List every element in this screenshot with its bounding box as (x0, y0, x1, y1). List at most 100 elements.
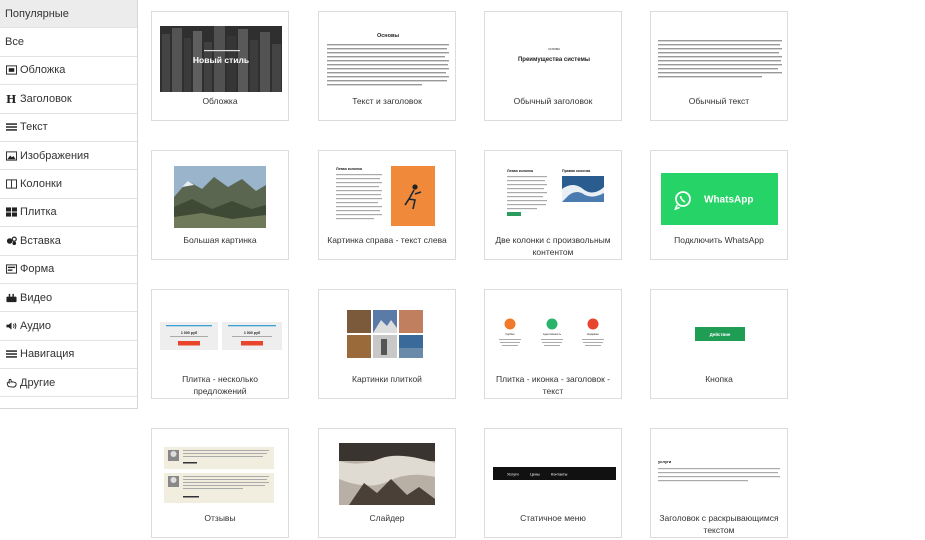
sidebar-item-audio[interactable]: Аудио (0, 312, 137, 341)
image-right-preview: Левая колонка (336, 166, 435, 226)
svg-text:H: H (6, 94, 16, 104)
sidebar-item-label: Плитка (20, 206, 57, 219)
sidebar-item-label: Другие (20, 376, 56, 389)
cover-preview: Новый стиль (160, 26, 282, 92)
block-caption: Две колонки с произвольным контентом (495, 235, 611, 257)
block-card-button[interactable]: Действие Кнопка (650, 289, 788, 399)
sidebar-item-label: Вставка (20, 234, 61, 247)
expandable-heading-preview-title: услуги (658, 459, 672, 464)
block-card-plain-heading[interactable]: основы Преимущества системы Обычный заго… (484, 11, 622, 121)
block-caption: Обложка (202, 96, 238, 106)
image-tiles-preview (347, 310, 423, 358)
block-caption: Обычный заголовок (513, 96, 593, 106)
button-preview-label: Действие (710, 332, 731, 337)
icon-tiles-preview: Удобно Адаптивность Надёжно (499, 318, 604, 346)
block-card-image-tiles[interactable]: Картинки плиткой (318, 289, 456, 399)
sidebar-item-other[interactable]: Другие (0, 369, 137, 398)
block-card-whatsapp[interactable]: WhatsApp Подключить WhatsApp (650, 150, 788, 260)
sidebar-item-label: Аудио (20, 319, 52, 332)
block-caption: Отзывы (204, 513, 236, 523)
sidebar-item-label: Навигация (20, 348, 75, 361)
sidebar-item-label: Колонки (20, 178, 62, 191)
form-icon (5, 263, 18, 275)
plain-heading-preview-kicker: основы (548, 47, 560, 51)
slider-preview (339, 443, 435, 505)
block-card-text-heading[interactable]: Основы Текст и заголовок (318, 11, 456, 121)
block-caption: Картинки плиткой (352, 374, 422, 384)
reviews-preview (164, 447, 274, 503)
block-caption: Обычный текст (688, 96, 750, 106)
sidebar-item-cover[interactable]: Обложка (0, 57, 137, 86)
text-heading-preview: Основы (327, 33, 449, 86)
text-heading-preview-title: Основы (377, 33, 399, 39)
video-icon (5, 292, 18, 304)
sidebar-item-form[interactable]: Форма (0, 256, 137, 284)
nav-icon (5, 348, 18, 360)
button-preview: Действие (695, 327, 745, 341)
block-card-icon-tiles[interactable]: Удобно Адаптивность Надёжно Плитка - ико… (484, 289, 622, 399)
block-caption: Картинка справа - текст слева (327, 235, 447, 245)
plain-text-preview (658, 40, 782, 78)
static-menu-item: Услуги (507, 472, 519, 476)
block-caption: Подключить WhatsApp (674, 235, 764, 245)
tile-label: Адаптивность (543, 332, 562, 336)
block-caption: Заголовок с раскрывающимся текстом (659, 513, 779, 535)
sidebar-item-video[interactable]: Видео (0, 284, 137, 313)
expandable-heading-preview: услуги (658, 459, 780, 482)
sidebar-item-columns[interactable]: Колонки (0, 170, 137, 199)
plain-heading-preview: основы Преимущества системы (518, 47, 590, 63)
tile-icon (587, 318, 599, 330)
block-caption: Плитка - иконка - заголовок - текст (496, 374, 610, 396)
block-card-reviews[interactable]: Отзывы (151, 428, 289, 538)
sidebar-item-label: Обложка (20, 64, 66, 77)
two-columns-preview: Левая колонка Правая колонка (507, 169, 604, 216)
two-columns-right-title: Правая колонка (562, 169, 591, 173)
block-card-two-columns[interactable]: Левая колонка Правая колонка Две колонки… (484, 150, 622, 260)
static-menu-preview: Услуги Цены Контакты (493, 467, 616, 480)
block-caption: Слайдер (369, 513, 405, 523)
sidebar-item-tiles[interactable]: Плитка (0, 199, 137, 228)
audio-icon (5, 320, 18, 332)
whatsapp-preview: WhatsApp (661, 173, 778, 225)
cover-preview-title: Новый стиль (193, 55, 249, 65)
sidebar-item-all[interactable]: Все (0, 28, 137, 57)
sidebar-item-navigation[interactable]: Навигация (0, 341, 137, 370)
block-card-static-menu[interactable]: Услуги Цены Контакты Статичное меню (484, 428, 622, 538)
columns-icon (5, 178, 18, 190)
block-card-expandable-heading[interactable]: услуги Заголовок с раскрывающимся тексто… (650, 428, 788, 538)
sidebar-item-label: Все (5, 36, 24, 49)
block-caption: Кнопка (705, 374, 733, 384)
sidebar-item-heading[interactable]: H Заголовок (0, 85, 137, 114)
sidebar-item-label: Изображения (20, 149, 90, 162)
whatsapp-preview-button: WhatsApp (704, 195, 753, 206)
offer-tile-price: 1 000 руб (244, 331, 261, 335)
block-card-plain-text[interactable]: Обычный текст (650, 11, 788, 121)
block-card-image-right-text-left[interactable]: Левая колонка Картинка справа - текст сл… (318, 150, 456, 260)
block-category-sidebar: Популярные Все Обложка H Заголовок Текст… (0, 0, 138, 409)
two-columns-left-title: Левая колонка (507, 169, 534, 173)
offer-tile-price: 1 000 руб (181, 331, 198, 335)
sidebar-item-text[interactable]: Текст (0, 114, 137, 142)
block-card-offer-tiles[interactable]: 1 000 руб 1 000 руб Плитка - несколько п… (151, 289, 289, 399)
big-image-preview (174, 166, 266, 228)
image-icon (5, 150, 18, 162)
offer-tiles-preview: 1 000 руб 1 000 руб (160, 322, 282, 350)
tile-icon (546, 318, 558, 330)
sidebar-item-embed[interactable]: Вставка (0, 227, 137, 256)
block-caption: Большая картинка (183, 235, 257, 245)
block-card-big-image[interactable]: Большая картинка (151, 150, 289, 260)
sidebar-item-label: Заголовок (20, 92, 72, 105)
sidebar-item-popular[interactable]: Популярные (0, 0, 137, 29)
block-card-cover[interactable]: Новый стиль Обложка (151, 11, 289, 121)
sidebar-item-label: Форма (20, 263, 55, 276)
sidebar-item-images[interactable]: Изображения (0, 142, 137, 171)
heading-icon: H (5, 93, 18, 105)
block-caption: Текст и заголовок (352, 96, 422, 106)
block-caption: Статичное меню (520, 513, 586, 523)
sidebar-item-label: Видео (20, 291, 53, 304)
tile-icon (504, 318, 516, 330)
static-menu-item: Контакты (551, 472, 568, 476)
static-menu-item: Цены (530, 472, 540, 476)
sidebar-item-label: Популярные (5, 7, 69, 20)
block-card-slider[interactable]: Слайдер (318, 428, 456, 538)
